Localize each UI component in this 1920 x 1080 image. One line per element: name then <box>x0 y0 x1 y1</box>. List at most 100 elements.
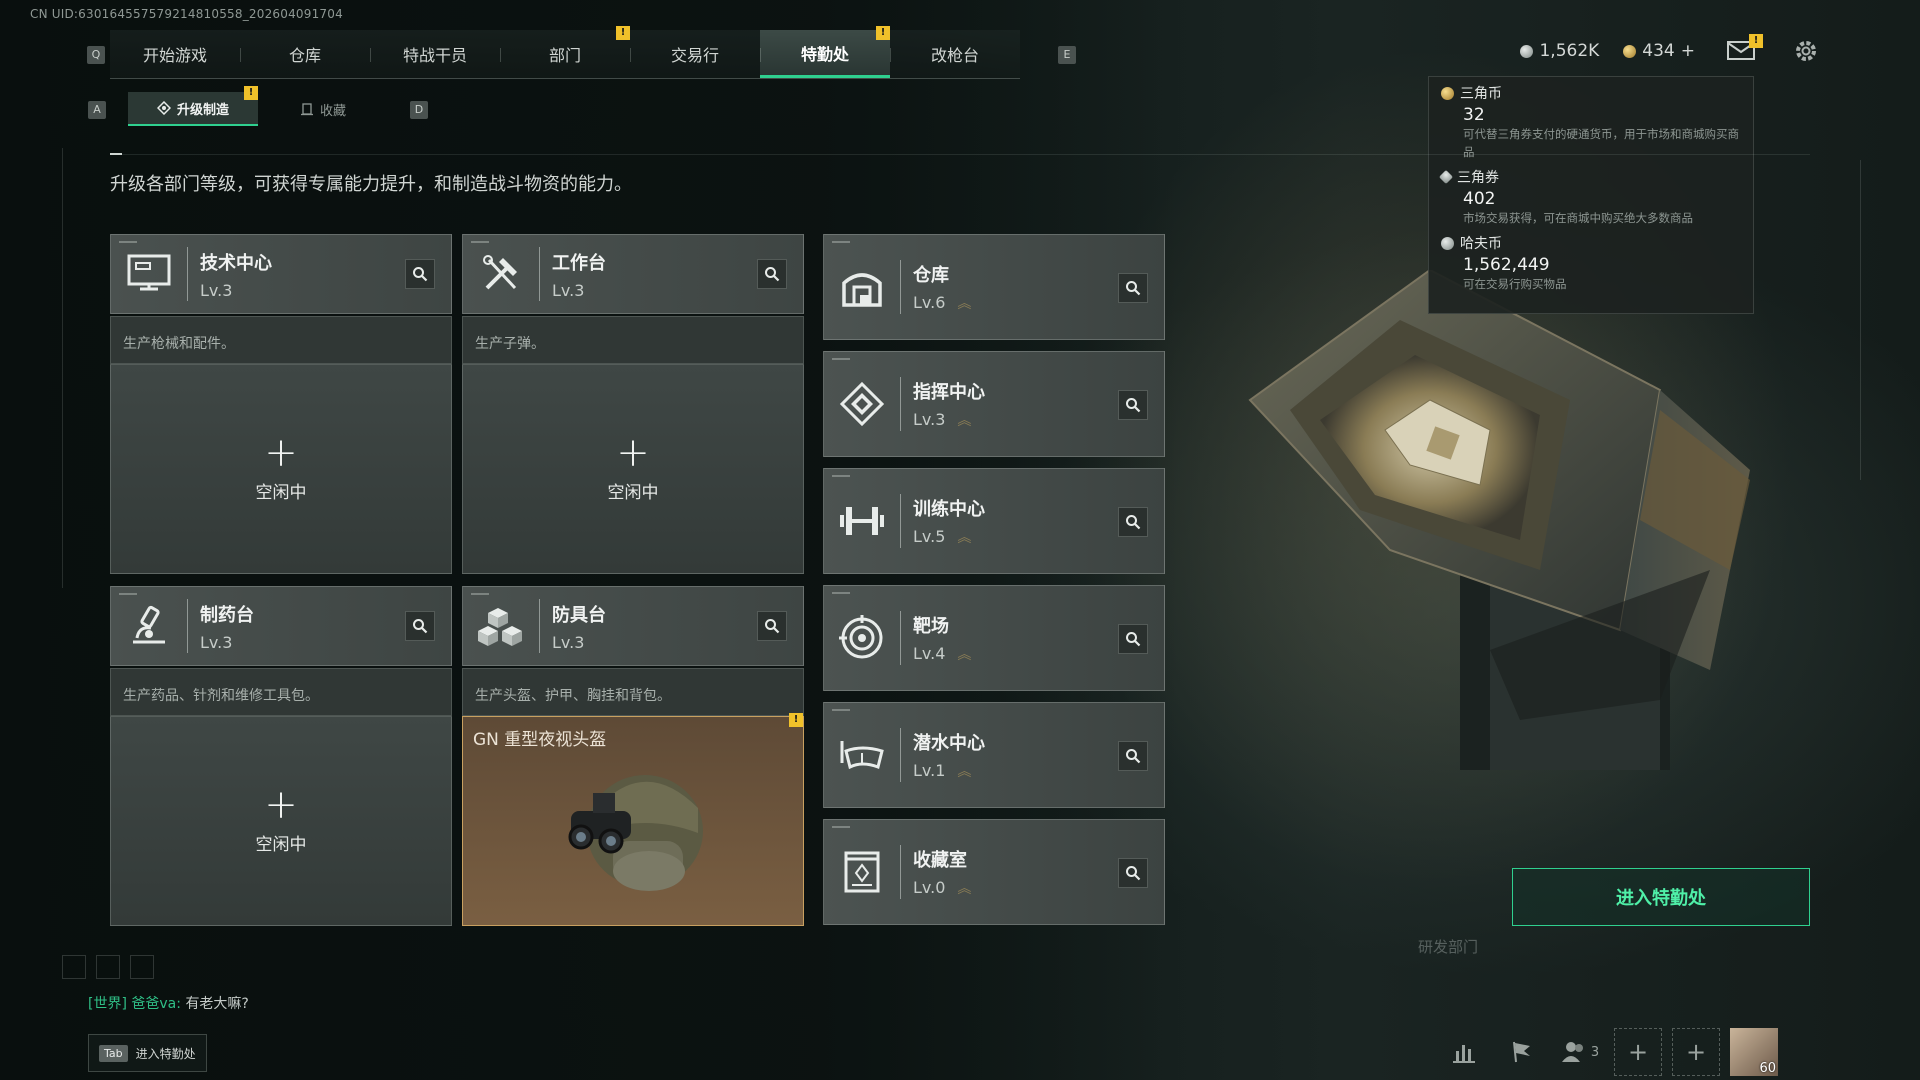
tab-label: 开始游戏 <box>142 46 207 65</box>
tab-special-ops[interactable]: 特勤处 ! <box>760 26 890 78</box>
inspect-button[interactable] <box>1118 273 1148 303</box>
production-header[interactable]: 技术中心 Lv.3 <box>110 234 452 314</box>
production-header[interactable]: 防具台 Lv.3 <box>462 586 804 666</box>
inspect-button[interactable] <box>1118 507 1148 537</box>
flag-icon <box>1513 1041 1530 1063</box>
upgrade-arrow-icon: ︽ <box>957 764 972 781</box>
subtab-collection[interactable]: 收藏 <box>258 92 388 126</box>
divider-accent <box>110 153 122 155</box>
subtab-label: 收藏 <box>319 103 346 119</box>
friends-button[interactable]: 3 <box>1556 1028 1604 1076</box>
next-subtab-key-hint[interactable]: D <box>410 101 428 119</box>
subtab-upgrade-craft[interactable]: 升级制造 ! <box>128 86 258 126</box>
search-icon <box>413 619 428 634</box>
separator <box>187 599 188 653</box>
dumbbell-icon <box>824 468 900 574</box>
next-tab-key-hint[interactable]: E <box>1058 46 1076 64</box>
triangle-coin-icon <box>1441 86 1454 100</box>
settings-button[interactable] <box>1793 38 1819 64</box>
avatar[interactable]: 60 <box>1730 1028 1778 1076</box>
production-name: 防具台 <box>552 604 606 626</box>
gold-currency[interactable]: 434 + <box>1623 41 1695 61</box>
prev-tab-key-hint[interactable]: Q <box>87 46 105 64</box>
production-titles: 制药台 Lv.3 <box>200 601 254 652</box>
currency-bar[interactable]: 1,562K 434 + <box>1520 41 1695 61</box>
add-gold-button[interactable]: + <box>1681 41 1695 61</box>
page-description: 升级各部门等级，可获得专属能力提升，和制造战斗物资的能力。 <box>110 174 632 195</box>
department-warehouse[interactable]: 仓库 Lv.6 ︽ <box>823 234 1165 340</box>
computer-icon <box>111 234 187 314</box>
inspect-button[interactable] <box>757 259 787 289</box>
inspect-button[interactable] <box>1118 390 1148 420</box>
department-level: Lv.0 <box>913 877 946 897</box>
separator <box>900 260 901 314</box>
decorative-line <box>1860 160 1861 480</box>
quick-slot[interactable] <box>96 955 120 979</box>
invite-slot[interactable]: + <box>1672 1028 1720 1076</box>
tip-name: 三角币 <box>1460 86 1502 102</box>
production-slot-idle[interactable]: + 空闲中 <box>110 364 452 574</box>
silver-currency[interactable]: 1,562K <box>1520 41 1599 61</box>
production-titles: 防具台 Lv.3 <box>552 601 606 652</box>
tiny-label <box>832 241 850 243</box>
inspect-button[interactable] <box>1118 741 1148 771</box>
department-diving-center[interactable]: 潜水中心 Lv.1 ︽ <box>823 702 1165 808</box>
goggles-icon <box>824 702 900 808</box>
department-name: 靶场 <box>913 615 949 637</box>
department-titles: 靶场 Lv.4 ︽ <box>913 612 971 665</box>
tab-gunsmith[interactable]: 改枪台 <box>890 30 1020 78</box>
department-collection-room[interactable]: 收藏室 Lv.0 ︽ <box>823 819 1165 925</box>
warehouse-icon <box>824 234 900 340</box>
inspect-button[interactable] <box>1118 624 1148 654</box>
department-titles: 潜水中心 Lv.1 ︽ <box>913 729 985 782</box>
tab-trading[interactable]: 交易行 <box>630 30 760 78</box>
tiny-label <box>832 358 850 360</box>
quick-slot[interactable] <box>130 955 154 979</box>
upgrade-arrow-icon: ︽ <box>957 881 972 898</box>
alert-badge: ! <box>1749 34 1763 48</box>
enter-special-ops-button[interactable]: 进入特勤处 <box>1512 868 1810 926</box>
prev-subtab-key-hint[interactable]: A <box>88 101 106 119</box>
inspect-button[interactable] <box>1118 858 1148 888</box>
top-nav: 开始游戏 仓库 特战干员 部门 ! 交易行 特勤处 ! 改枪台 <box>110 26 1020 79</box>
tab-departments[interactable]: 部门 ! <box>500 26 630 78</box>
production-slot-idle[interactable]: + 空闲中 <box>462 364 804 574</box>
stats-button[interactable] <box>1440 1028 1488 1076</box>
tab-label: 改枪台 <box>930 46 979 65</box>
production-slot-item[interactable]: GN 重型夜视头盔 ! <box>462 713 804 926</box>
search-icon <box>1126 515 1141 530</box>
production-card-pharmacy: 制药台 Lv.3 生产药品、针剂和维修工具包。 + 空闲中 <box>110 586 452 926</box>
gold-coin-icon <box>1623 44 1637 58</box>
decorative-line <box>62 148 63 588</box>
department-level: Lv.1 <box>913 760 946 780</box>
tab-start-game[interactable]: 开始游戏 <box>110 30 240 78</box>
alert-badge: ! <box>876 26 890 40</box>
tab-operators[interactable]: 特战干员 <box>370 30 500 78</box>
tab-shortcut-hint[interactable]: Tab 进入特勤处 <box>88 1034 207 1072</box>
upgrade-arrow-icon: ︽ <box>957 413 972 430</box>
quick-slot[interactable] <box>62 955 86 979</box>
inspect-button[interactable] <box>405 259 435 289</box>
department-name: 收藏室 <box>913 849 967 871</box>
flag-button[interactable] <box>1498 1028 1546 1076</box>
production-card-workbench: 工作台 Lv.3 生产子弹。 + 空闲中 <box>462 234 804 574</box>
production-titles: 技术中心 Lv.3 <box>200 249 272 300</box>
tab-key: Tab <box>99 1044 128 1062</box>
tab-warehouse[interactable]: 仓库 <box>240 30 370 78</box>
inspect-button[interactable] <box>757 611 787 641</box>
separator <box>900 611 901 665</box>
tiny-label <box>471 593 489 595</box>
world-chat-line[interactable]: [世界] 爸爸va: 有老大嘛? <box>88 993 249 1013</box>
invite-slot[interactable]: + <box>1614 1028 1662 1076</box>
chat-user[interactable]: 爸爸va: <box>131 996 181 1012</box>
production-header[interactable]: 工作台 Lv.3 <box>462 234 804 314</box>
department-shooting-range[interactable]: 靶场 Lv.4 ︽ <box>823 585 1165 691</box>
alert-badge: ! <box>244 86 258 100</box>
department-command-center[interactable]: 指挥中心 Lv.3 ︽ <box>823 351 1165 457</box>
production-header[interactable]: 制药台 Lv.3 <box>110 586 452 666</box>
department-training-center[interactable]: 训练中心 Lv.5 ︽ <box>823 468 1165 574</box>
production-slot-idle[interactable]: + 空闲中 <box>110 716 452 926</box>
mail-button[interactable]: ! <box>1727 34 1763 62</box>
department-level: Lv.3 <box>913 409 946 429</box>
inspect-button[interactable] <box>405 611 435 641</box>
